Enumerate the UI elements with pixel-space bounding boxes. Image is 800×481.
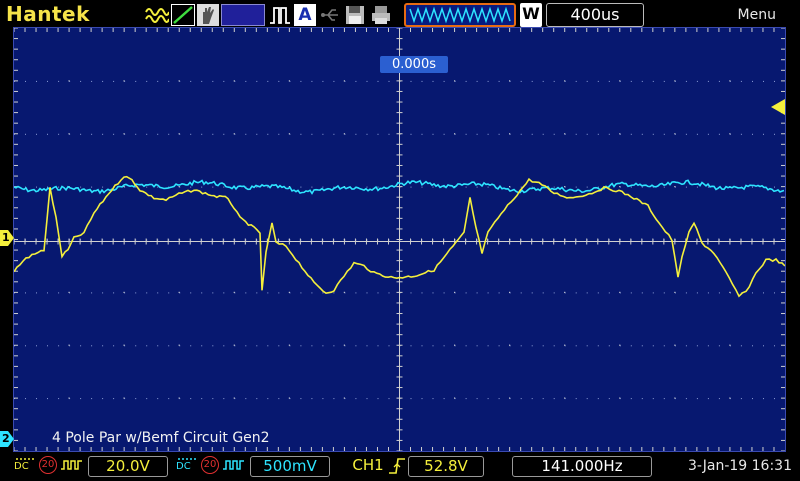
timebase-display[interactable]: 400us [546,3,644,27]
ramp-icon[interactable] [171,4,195,26]
bottom-bar: DC 20 20.0V DC 20 500mV CH1 52.8V 141.00… [0,452,800,480]
ch2-invert-icon [222,456,246,477]
brand-logo: Hantek [6,2,90,26]
ch1-bw-limit[interactable]: 20 [39,456,57,474]
waveform-display[interactable]: 0.000s 4 Pole Par w/Bemf Circuit Gen2 [13,27,786,452]
ch2-coupling[interactable]: DC [176,456,198,477]
ch2-coupling-label: DC [176,461,191,472]
grid [14,28,785,451]
print-icon[interactable] [370,4,392,26]
trigger-position-indicator[interactable] [404,3,516,27]
ch1-invert-icon [60,456,84,477]
pulse-icon[interactable] [269,4,291,26]
waveform-plot [14,28,785,451]
trigger-level[interactable]: 52.8V [408,456,484,477]
hand-icon[interactable] [197,4,219,26]
ch1-coupling[interactable]: DC [14,456,36,477]
ch1-scale[interactable]: 20.0V [88,456,168,477]
auto-icon[interactable]: A [294,4,316,26]
usb-icon [320,4,340,26]
waveform-mode-icon[interactable] [145,4,170,26]
ch2-bw-limit[interactable]: 20 [201,456,219,474]
ch2-marker[interactable]: 2 [0,431,14,447]
trigger-time-label: 0.000s [380,56,448,73]
trigger-level-marker[interactable] [771,99,785,115]
ch1-marker-label: 1 [2,231,10,244]
menu-button[interactable]: Menu [738,7,776,23]
trigger-mode-badge[interactable]: W [520,3,542,27]
ch2-scale[interactable]: 500mV [250,456,330,477]
rising-edge-icon [388,456,406,477]
frequency-counter[interactable]: 141.000Hz [512,456,652,477]
ch2-marker-label: 2 [2,432,10,445]
status-box [221,4,265,26]
screen-note: 4 Pole Par w/Bemf Circuit Gen2 [52,430,270,446]
datetime: 3-Jan-19 16:31 [688,458,792,474]
trigger-source[interactable]: CH1 [350,456,386,477]
ch1-coupling-label: DC [14,461,29,472]
ch1-marker[interactable]: 1 [0,230,14,246]
top-bar: Hantek A W 400us Menu [0,0,800,30]
save-icon[interactable] [344,4,366,26]
